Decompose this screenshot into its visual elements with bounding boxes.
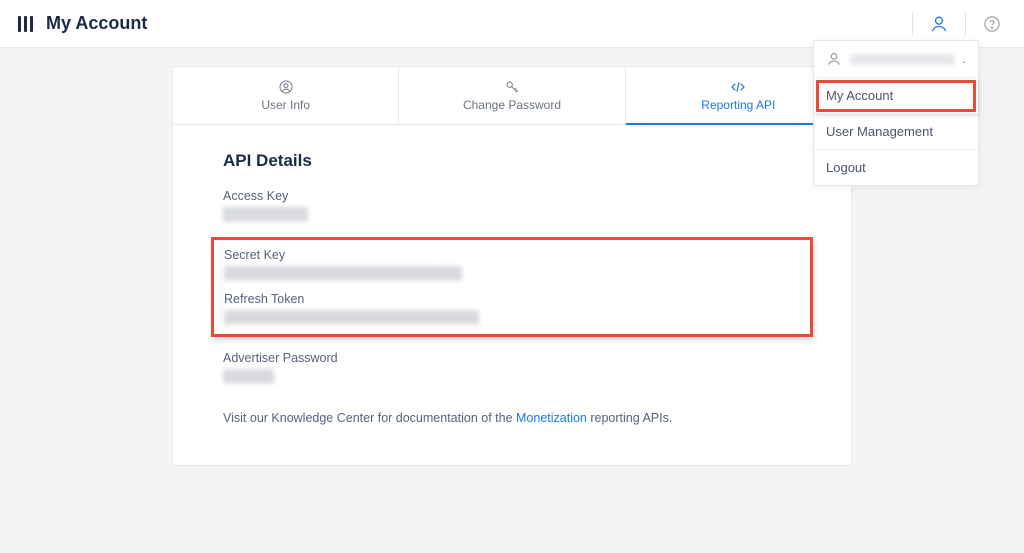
- tab-label: Reporting API: [701, 98, 775, 112]
- menu-toggle-icon[interactable]: [18, 17, 36, 31]
- top-bar: My Account . My Account: [0, 0, 1024, 48]
- dropdown-user-row: .: [814, 41, 978, 78]
- help-icon[interactable]: [978, 10, 1006, 38]
- api-details-panel: API Details Access Key ██████████ Secret…: [173, 125, 851, 435]
- field-value: ██████: [223, 369, 283, 383]
- footer-suffix: reporting APIs.: [587, 411, 672, 425]
- menu-item-logout[interactable]: Logout: [814, 150, 978, 185]
- field-label: Advertiser Password: [223, 351, 801, 365]
- tab-change-password[interactable]: Change Password: [399, 67, 625, 124]
- field-label: Access Key: [223, 189, 801, 203]
- user-icon[interactable]: [925, 10, 953, 38]
- field-advertiser-password: Advertiser Password ██████: [223, 351, 801, 383]
- main-card: User Info Change Password Reporting API …: [172, 66, 852, 466]
- key-icon: [504, 79, 520, 95]
- user-icon: [826, 51, 842, 67]
- menu-item-my-account[interactable]: My Account: [814, 78, 978, 114]
- tab-user-info[interactable]: User Info: [173, 67, 399, 124]
- highlighted-fields: Secret Key ████████████████████████████ …: [211, 237, 813, 337]
- footer-text: Visit our Knowledge Center for documenta…: [223, 411, 801, 425]
- field-value: ████████████████████████████: [224, 266, 434, 280]
- field-value: ██████████: [223, 207, 313, 221]
- divider: [912, 12, 913, 36]
- field-value: ██████████████████████████████: [224, 310, 454, 324]
- tab-label: User Info: [261, 98, 310, 112]
- field-label: Refresh Token: [224, 292, 800, 306]
- field-secret-key: Secret Key ████████████████████████████: [224, 248, 800, 280]
- code-icon: [730, 79, 746, 95]
- field-access-key: Access Key ██████████: [223, 189, 801, 221]
- username-trail: .: [963, 52, 966, 66]
- field-label: Secret Key: [224, 248, 800, 262]
- page-title: My Account: [46, 13, 147, 34]
- tab-label: Change Password: [463, 98, 561, 112]
- field-refresh-token: Refresh Token ██████████████████████████…: [224, 292, 800, 324]
- user-dropdown: . My Account User Management Logout: [813, 40, 979, 186]
- tab-bar: User Info Change Password Reporting API: [173, 67, 851, 125]
- section-title: API Details: [223, 151, 801, 171]
- footer-prefix: Visit our Knowledge Center for documenta…: [223, 411, 516, 425]
- divider: [965, 12, 966, 36]
- monetization-link[interactable]: Monetization: [516, 411, 587, 425]
- username-blurred: [850, 54, 955, 65]
- user-icon: [278, 79, 294, 95]
- menu-item-user-management[interactable]: User Management: [814, 114, 978, 150]
- topbar-actions: [904, 10, 1006, 38]
